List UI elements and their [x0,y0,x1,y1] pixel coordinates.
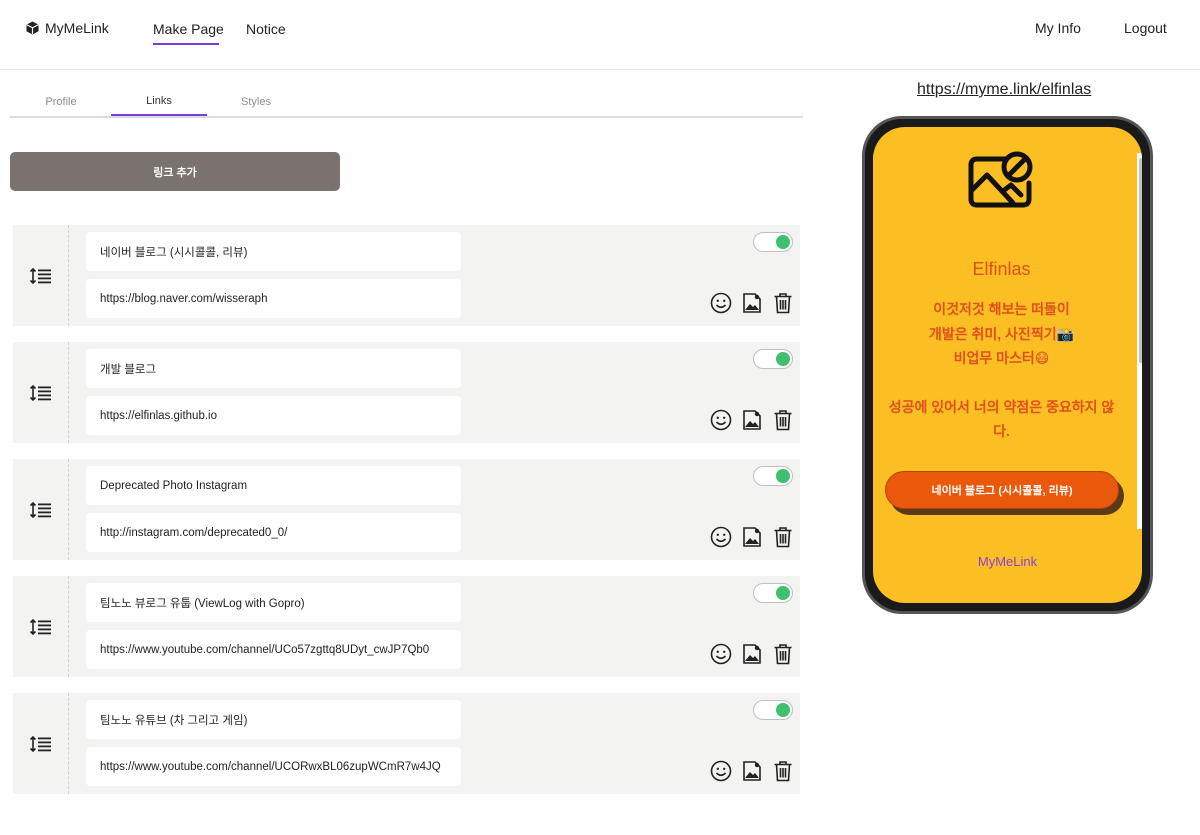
link-title-input[interactable]: 팀노노 뷰로그 유툽 (ViewLog with Gopro) [86,583,461,622]
preview-page-link[interactable]: https://myme.link/elfinlas [917,81,1091,99]
drag-handle-icon [29,384,51,401]
trash-icon[interactable] [772,526,794,548]
tab-links[interactable]: Links [111,95,207,107]
image-icon[interactable] [741,409,763,431]
toggle-knob [776,352,790,366]
profile-bio: 이것저것 해보는 떠돌이 개발은 취미, 사진찍기📸 비업무 마스터😷 [873,297,1130,371]
link-card: Deprecated Photo Instagram http://instag… [13,459,800,560]
link-card: 개발 블로그 https://elfinlas.github.io [13,342,800,443]
emoji-icon[interactable] [710,760,732,782]
trash-icon[interactable] [772,292,794,314]
trash-icon[interactable] [772,409,794,431]
link-enabled-toggle[interactable] [753,583,793,603]
phone-preview: Elfinlas 이것저것 해보는 떠돌이 개발은 취미, 사진찍기📸 비업무 … [862,116,1153,614]
link-title-input[interactable]: 개발 블로그 [86,349,461,388]
drag-handle[interactable] [13,576,69,677]
toggle-knob [776,469,790,483]
add-link-button[interactable]: 링크 추가 [10,152,340,191]
toggle-knob [776,235,790,249]
phone-screen: Elfinlas 이것저것 해보는 떠돌이 개발은 취미, 사진찍기📸 비업무 … [873,127,1142,603]
drag-handle-icon [29,735,51,752]
cube-icon [26,21,39,35]
brand-name: MyMeLink [45,20,109,36]
emoji-icon[interactable] [710,292,732,314]
nav-active-indicator [153,43,219,45]
toggle-knob [776,703,790,717]
link-card: 네이버 블로그 (시시콜콜, 리뷰) https://blog.naver.co… [13,225,800,326]
link-card: 팀노노 뷰로그 유툽 (ViewLog with Gopro) https://… [13,576,800,677]
nav-notice[interactable]: Notice [246,21,286,37]
image-icon[interactable] [741,526,763,548]
editor-tabs: Profile Links Styles [10,92,803,118]
drag-handle-icon [29,501,51,518]
tab-active-indicator [111,114,207,116]
link-enabled-toggle[interactable] [753,700,793,720]
nav-my-info[interactable]: My Info [1035,20,1081,36]
brand-link[interactable]: MyMeLink [26,20,109,36]
link-enabled-toggle[interactable] [753,349,793,369]
link-title-input[interactable]: Deprecated Photo Instagram [86,466,461,505]
link-url-input[interactable]: https://www.youtube.com/channel/UCo57zgt… [86,630,461,669]
bio-line: 비업무 마스터😷 [953,350,1050,366]
link-url-input[interactable]: https://www.youtube.com/channel/UCORwxBL… [86,747,461,786]
link-title-input[interactable]: 팀노노 유튜브 (차 그리고 게임) [86,700,461,739]
link-url-input[interactable]: https://elfinlas.github.io [86,396,461,435]
nav-make-page[interactable]: Make Page [153,21,224,37]
drag-handle[interactable] [13,459,69,560]
preview-link-button[interactable]: 네이버 블로그 (시시콜콜, 리뷰) [885,471,1119,509]
image-icon[interactable] [741,292,763,314]
drag-handle[interactable] [13,342,69,443]
trash-icon[interactable] [772,643,794,665]
link-url-input[interactable]: http://instagram.com/deprecated0_0/ [86,513,461,552]
link-enabled-toggle[interactable] [753,232,793,252]
tab-profile[interactable]: Profile [13,96,109,108]
link-url-input[interactable]: https://blog.naver.com/wisseraph [86,279,461,318]
drag-handle-icon [29,267,51,284]
preview-footer-brand[interactable]: MyMeLink [873,554,1142,569]
profile-name: Elfinlas [972,259,1031,279]
link-title-input[interactable]: 네이버 블로그 (시시콜콜, 리뷰) [86,232,461,271]
image-off-icon [968,151,1033,208]
preview-scrollbar[interactable] [1137,153,1142,529]
image-icon[interactable] [741,760,763,782]
bio-line: 이것저것 해보는 떠돌이 [933,301,1070,317]
top-navbar: MyMeLink Make Page Notice My Info Logout [0,0,1200,70]
bio-line: 개발은 취미, 사진찍기📸 [928,325,1075,342]
drag-handle[interactable] [13,693,69,794]
link-card: 팀노노 유튜브 (차 그리고 게임) https://www.youtube.c… [13,693,800,794]
profile-quote: 성공에 있어서 너의 약점은 중요하지 않다. [888,399,1115,439]
drag-handle-icon [29,618,51,635]
trash-icon[interactable] [772,760,794,782]
tab-styles[interactable]: Styles [208,96,304,108]
scrollbar-thumb[interactable] [1139,158,1142,363]
toggle-knob [776,586,790,600]
emoji-icon[interactable] [710,643,732,665]
emoji-icon[interactable] [710,526,732,548]
image-icon[interactable] [741,643,763,665]
emoji-icon[interactable] [710,409,732,431]
nav-logout[interactable]: Logout [1124,20,1167,36]
link-enabled-toggle[interactable] [753,466,793,486]
drag-handle[interactable] [13,225,69,326]
